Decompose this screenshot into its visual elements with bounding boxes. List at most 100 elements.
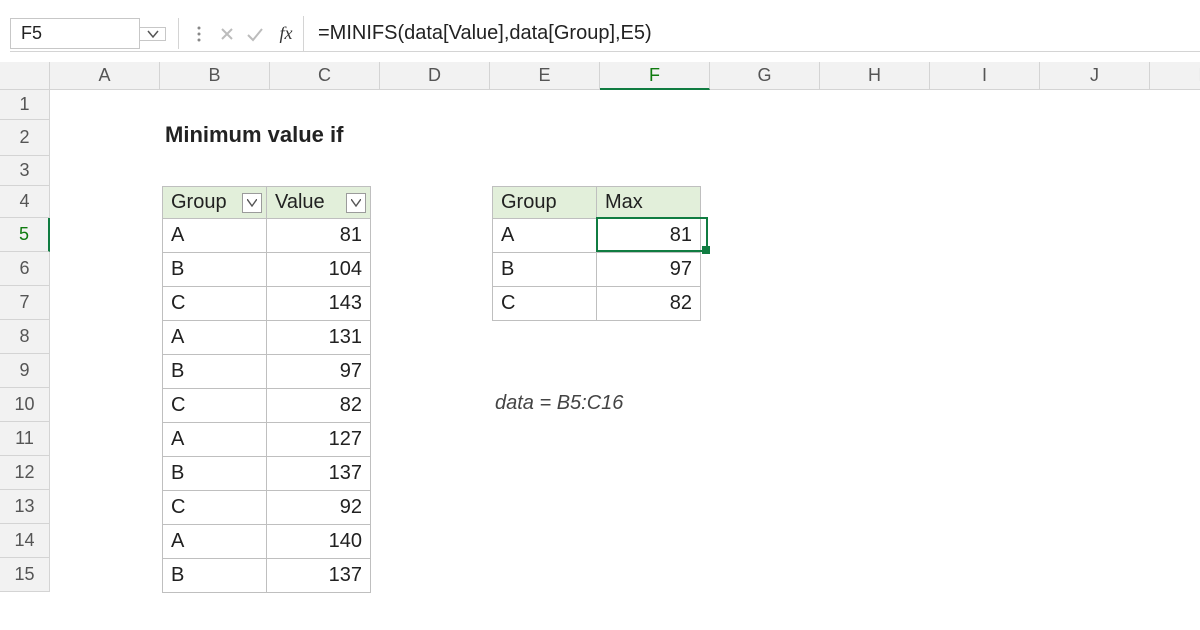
cell[interactable] (1150, 90, 1200, 120)
cell-group[interactable]: A (163, 321, 267, 355)
cell[interactable] (380, 524, 490, 558)
cell[interactable] (930, 90, 1040, 120)
table-row[interactable]: C92 (163, 491, 371, 525)
cell-group[interactable]: A (493, 219, 597, 253)
cell[interactable] (50, 422, 160, 456)
cell[interactable] (50, 490, 160, 524)
cell[interactable] (820, 286, 930, 320)
cell[interactable] (1150, 320, 1200, 354)
cell[interactable] (1150, 456, 1200, 490)
cell[interactable] (930, 286, 1040, 320)
cell[interactable] (710, 320, 820, 354)
cell-max[interactable]: 81 (597, 219, 701, 253)
cell[interactable] (1040, 354, 1150, 388)
cell[interactable] (930, 558, 1040, 592)
cell[interactable] (820, 558, 930, 592)
cell[interactable] (490, 354, 600, 388)
cell[interactable] (50, 320, 160, 354)
cell[interactable] (380, 558, 490, 592)
cell[interactable] (50, 388, 160, 422)
cell[interactable] (1150, 252, 1200, 286)
cell-max[interactable]: 82 (597, 287, 701, 321)
cell[interactable] (490, 120, 600, 156)
table-row[interactable]: A81 (163, 219, 371, 253)
cell[interactable] (600, 524, 710, 558)
cell[interactable] (50, 456, 160, 490)
row-header-9[interactable]: 9 (0, 354, 50, 388)
cell[interactable] (380, 320, 490, 354)
cell-value[interactable]: 81 (267, 219, 371, 253)
table-row[interactable]: B137 (163, 559, 371, 593)
cell[interactable] (160, 90, 270, 120)
cell-value[interactable]: 137 (267, 559, 371, 593)
row-header-4[interactable]: 4 (0, 186, 50, 218)
cell[interactable] (1150, 354, 1200, 388)
cell[interactable] (270, 90, 380, 120)
cell[interactable] (600, 354, 710, 388)
cell-value[interactable]: 82 (267, 389, 371, 423)
cell[interactable] (490, 524, 600, 558)
cell[interactable] (1150, 524, 1200, 558)
cell[interactable] (50, 252, 160, 286)
cell-value[interactable]: 97 (267, 355, 371, 389)
cell-group[interactable]: C (493, 287, 597, 321)
cell[interactable] (930, 320, 1040, 354)
cell[interactable] (50, 354, 160, 388)
cell-group[interactable]: B (163, 559, 267, 593)
row-header-15[interactable]: 15 (0, 558, 50, 592)
cell[interactable] (820, 90, 930, 120)
row-header-8[interactable]: 8 (0, 320, 50, 354)
cell[interactable] (1040, 456, 1150, 490)
cell[interactable] (600, 456, 710, 490)
table-row[interactable]: C82 (163, 389, 371, 423)
cell[interactable] (1040, 286, 1150, 320)
cell[interactable] (930, 456, 1040, 490)
cell[interactable] (50, 524, 160, 558)
cell[interactable] (600, 90, 710, 120)
cell[interactable] (490, 90, 600, 120)
cell[interactable] (50, 558, 160, 592)
cell[interactable] (380, 388, 490, 422)
table-row[interactable]: B97 (163, 355, 371, 389)
cell[interactable] (930, 422, 1040, 456)
column-header-C[interactable]: C (270, 62, 380, 90)
cell[interactable] (710, 186, 820, 218)
cell[interactable] (1040, 490, 1150, 524)
cell[interactable] (1040, 218, 1150, 252)
cell[interactable] (820, 218, 930, 252)
enter-button[interactable] (241, 16, 269, 51)
cell[interactable] (1150, 422, 1200, 456)
cell[interactable] (1040, 156, 1150, 186)
cell[interactable] (820, 524, 930, 558)
cell[interactable] (820, 354, 930, 388)
row-header-11[interactable]: 11 (0, 422, 50, 456)
column-header-A[interactable]: A (50, 62, 160, 90)
select-all-corner[interactable] (0, 62, 50, 90)
cell[interactable] (1150, 558, 1200, 592)
row-header-12[interactable]: 12 (0, 456, 50, 490)
row-header-7[interactable]: 7 (0, 286, 50, 320)
row-header-14[interactable]: 14 (0, 524, 50, 558)
table-row[interactable]: C82 (493, 287, 701, 321)
filter-button-group[interactable] (242, 193, 262, 213)
cell[interactable] (710, 90, 820, 120)
row-header-10[interactable]: 10 (0, 388, 50, 422)
cell[interactable] (710, 252, 820, 286)
data-header-group[interactable]: Group (163, 187, 267, 219)
cell-value[interactable]: 140 (267, 525, 371, 559)
name-box[interactable]: F5 (10, 18, 140, 49)
cell-group[interactable]: A (163, 525, 267, 559)
data-header-value[interactable]: Value (267, 187, 371, 219)
cell[interactable] (1150, 218, 1200, 252)
cell[interactable] (1040, 90, 1150, 120)
cell[interactable] (1040, 558, 1150, 592)
cell[interactable] (380, 490, 490, 524)
cell[interactable] (710, 456, 820, 490)
cell[interactable] (1150, 490, 1200, 524)
cell[interactable] (930, 218, 1040, 252)
cell[interactable] (1040, 120, 1150, 156)
cell[interactable] (380, 156, 490, 186)
cell[interactable] (1150, 120, 1200, 156)
cell-group[interactable]: C (163, 491, 267, 525)
cell[interactable] (930, 186, 1040, 218)
